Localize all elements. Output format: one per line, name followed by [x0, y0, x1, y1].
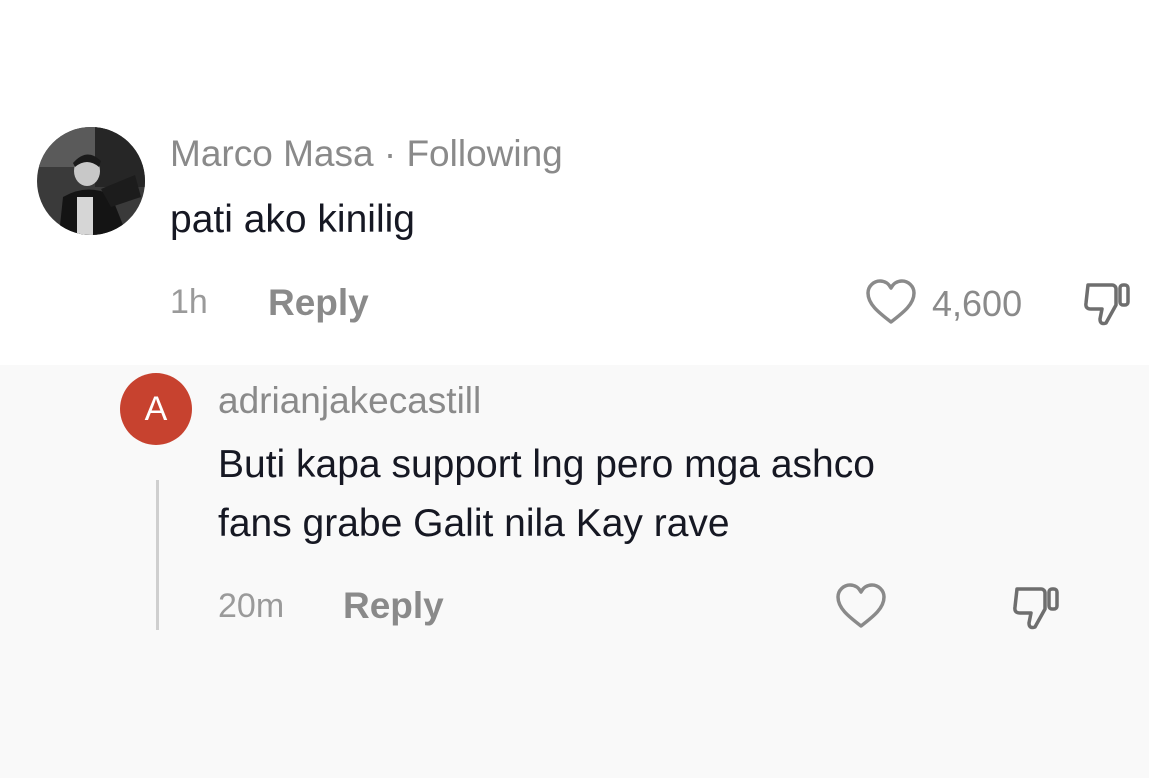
reply-text-line-2: fans grabe Galit nila Kay rave	[218, 502, 730, 545]
commenter-avatar[interactable]	[37, 127, 145, 235]
reply-username[interactable]: adrianjakecastill	[218, 380, 481, 422]
thumbs-down-icon	[1084, 283, 1130, 326]
comment-username[interactable]: Marco Masa	[170, 133, 374, 174]
thread-line	[156, 480, 159, 630]
dislike-button[interactable]	[1082, 277, 1134, 334]
heart-outline-icon	[836, 583, 886, 628]
reply-like-button[interactable]	[834, 582, 888, 635]
avatar-letter: A	[144, 389, 168, 428]
following-label: Following	[406, 133, 563, 174]
like-count: 4,600	[932, 283, 1023, 324]
comment-header: Marco Masa · Following	[170, 133, 563, 175]
reply-dislike-button[interactable]	[1011, 581, 1063, 638]
profile-photo	[37, 127, 145, 235]
comment-timestamp: 1h	[170, 283, 208, 321]
reply-timestamp: 20m	[218, 587, 285, 625]
comment-reply-button[interactable]: Reply	[268, 282, 369, 324]
reply-reply-button[interactable]: Reply	[343, 585, 444, 627]
heart-outline-icon	[866, 279, 916, 324]
reply-text-line-1: Buti kapa support lng pero mga ashco	[218, 443, 875, 486]
thumbs-down-icon	[1013, 587, 1059, 630]
reply-avatar[interactable]: A	[120, 373, 192, 445]
like-button[interactable]	[864, 278, 918, 331]
header-separator: ·	[383, 133, 397, 174]
comment-text: pati ako kinilig	[170, 198, 415, 241]
